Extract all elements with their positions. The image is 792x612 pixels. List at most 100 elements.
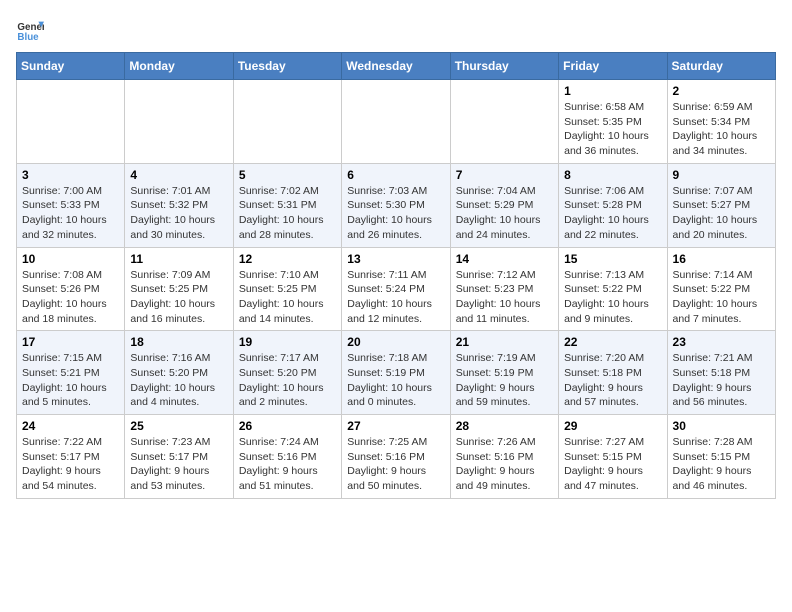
day-info: Sunrise: 7:28 AM Sunset: 5:15 PM Dayligh…: [673, 435, 770, 494]
calendar-week-row: 3 Sunrise: 7:00 AM Sunset: 5:33 PM Daylig…: [17, 163, 776, 247]
day-info: Sunrise: 7:15 AM Sunset: 5:21 PM Dayligh…: [22, 351, 119, 410]
day-number: 27: [347, 419, 444, 433]
day-info: Sunrise: 6:58 AM Sunset: 5:35 PM Dayligh…: [564, 100, 661, 159]
weekday-header: Thursday: [450, 53, 558, 80]
day-info: Sunrise: 7:14 AM Sunset: 5:22 PM Dayligh…: [673, 268, 770, 327]
day-info: Sunrise: 7:27 AM Sunset: 5:15 PM Dayligh…: [564, 435, 661, 494]
day-number: 14: [456, 252, 553, 266]
day-info: Sunrise: 6:59 AM Sunset: 5:34 PM Dayligh…: [673, 100, 770, 159]
day-info: Sunrise: 7:13 AM Sunset: 5:22 PM Dayligh…: [564, 268, 661, 327]
svg-text:Blue: Blue: [17, 32, 39, 43]
calendar-cell: 24 Sunrise: 7:22 AM Sunset: 5:17 PM Dayli…: [17, 415, 125, 499]
logo-icon: General Blue: [16, 16, 44, 44]
day-number: 28: [456, 419, 553, 433]
day-number: 13: [347, 252, 444, 266]
calendar-cell: 23 Sunrise: 7:21 AM Sunset: 5:18 PM Dayli…: [667, 331, 775, 415]
day-number: 12: [239, 252, 336, 266]
day-number: 10: [22, 252, 119, 266]
day-info: Sunrise: 7:24 AM Sunset: 5:16 PM Dayligh…: [239, 435, 336, 494]
day-number: 26: [239, 419, 336, 433]
day-number: 24: [22, 419, 119, 433]
day-info: Sunrise: 7:18 AM Sunset: 5:19 PM Dayligh…: [347, 351, 444, 410]
day-info: Sunrise: 7:10 AM Sunset: 5:25 PM Dayligh…: [239, 268, 336, 327]
calendar-cell: 15 Sunrise: 7:13 AM Sunset: 5:22 PM Dayli…: [559, 247, 667, 331]
calendar-cell: 3 Sunrise: 7:00 AM Sunset: 5:33 PM Daylig…: [17, 163, 125, 247]
day-info: Sunrise: 7:26 AM Sunset: 5:16 PM Dayligh…: [456, 435, 553, 494]
day-number: 4: [130, 168, 227, 182]
day-number: 23: [673, 335, 770, 349]
day-number: 15: [564, 252, 661, 266]
day-number: 17: [22, 335, 119, 349]
day-info: Sunrise: 7:17 AM Sunset: 5:20 PM Dayligh…: [239, 351, 336, 410]
calendar-cell: [17, 80, 125, 164]
day-info: Sunrise: 7:16 AM Sunset: 5:20 PM Dayligh…: [130, 351, 227, 410]
day-info: Sunrise: 7:06 AM Sunset: 5:28 PM Dayligh…: [564, 184, 661, 243]
calendar-cell: 1 Sunrise: 6:58 AM Sunset: 5:35 PM Daylig…: [559, 80, 667, 164]
calendar-week-row: 1 Sunrise: 6:58 AM Sunset: 5:35 PM Daylig…: [17, 80, 776, 164]
page-header: General Blue: [16, 16, 776, 44]
day-number: 21: [456, 335, 553, 349]
day-number: 3: [22, 168, 119, 182]
weekday-header: Saturday: [667, 53, 775, 80]
day-info: Sunrise: 7:11 AM Sunset: 5:24 PM Dayligh…: [347, 268, 444, 327]
calendar-cell: 12 Sunrise: 7:10 AM Sunset: 5:25 PM Dayli…: [233, 247, 341, 331]
calendar-cell: [233, 80, 341, 164]
day-number: 5: [239, 168, 336, 182]
day-info: Sunrise: 7:19 AM Sunset: 5:19 PM Dayligh…: [456, 351, 553, 410]
day-info: Sunrise: 7:20 AM Sunset: 5:18 PM Dayligh…: [564, 351, 661, 410]
weekday-header: Tuesday: [233, 53, 341, 80]
calendar-table: SundayMondayTuesdayWednesdayThursdayFrid…: [16, 52, 776, 499]
weekday-header: Friday: [559, 53, 667, 80]
day-number: 2: [673, 84, 770, 98]
calendar-cell: [450, 80, 558, 164]
calendar-header-row: SundayMondayTuesdayWednesdayThursdayFrid…: [17, 53, 776, 80]
weekday-header: Wednesday: [342, 53, 450, 80]
calendar-cell: 18Sunrise: 7:16 AM Sunset: 5:20 PM Dayli…: [125, 331, 233, 415]
logo: General Blue: [16, 16, 48, 44]
calendar-cell: 30 Sunrise: 7:28 AM Sunset: 5:15 PM Dayli…: [667, 415, 775, 499]
day-info: Sunrise: 7:04 AM Sunset: 5:29 PM Dayligh…: [456, 184, 553, 243]
calendar-cell: 16 Sunrise: 7:14 AM Sunset: 5:22 PM Dayli…: [667, 247, 775, 331]
calendar-week-row: 17 Sunrise: 7:15 AM Sunset: 5:21 PM Dayli…: [17, 331, 776, 415]
day-info: Sunrise: 7:03 AM Sunset: 5:30 PM Dayligh…: [347, 184, 444, 243]
calendar-week-row: 10 Sunrise: 7:08 AM Sunset: 5:26 PM Dayli…: [17, 247, 776, 331]
calendar-cell: 4 Sunrise: 7:01 AM Sunset: 5:32 PM Daylig…: [125, 163, 233, 247]
day-info: Sunrise: 7:02 AM Sunset: 5:31 PM Dayligh…: [239, 184, 336, 243]
calendar-week-row: 24 Sunrise: 7:22 AM Sunset: 5:17 PM Dayli…: [17, 415, 776, 499]
day-info: Sunrise: 7:25 AM Sunset: 5:16 PM Dayligh…: [347, 435, 444, 494]
calendar-cell: 7Sunrise: 7:04 AM Sunset: 5:29 PM Daylig…: [450, 163, 558, 247]
day-number: 29: [564, 419, 661, 433]
calendar-cell: 25Sunrise: 7:23 AM Sunset: 5:17 PM Dayli…: [125, 415, 233, 499]
calendar-cell: 28 Sunrise: 7:26 AM Sunset: 5:16 PM Dayli…: [450, 415, 558, 499]
calendar-cell: 27 Sunrise: 7:25 AM Sunset: 5:16 PM Dayli…: [342, 415, 450, 499]
calendar-cell: 17 Sunrise: 7:15 AM Sunset: 5:21 PM Dayli…: [17, 331, 125, 415]
day-number: 30: [673, 419, 770, 433]
day-info: Sunrise: 7:08 AM Sunset: 5:26 PM Dayligh…: [22, 268, 119, 327]
calendar-cell: 2 Sunrise: 6:59 AM Sunset: 5:34 PM Daylig…: [667, 80, 775, 164]
day-number: 19: [239, 335, 336, 349]
calendar-cell: 5 Sunrise: 7:02 AM Sunset: 5:31 PM Daylig…: [233, 163, 341, 247]
day-info: Sunrise: 7:23 AM Sunset: 5:17 PM Dayligh…: [130, 435, 227, 494]
calendar-cell: [342, 80, 450, 164]
day-number: 8: [564, 168, 661, 182]
day-info: Sunrise: 7:21 AM Sunset: 5:18 PM Dayligh…: [673, 351, 770, 410]
weekday-header: Monday: [125, 53, 233, 80]
calendar-cell: 8 Sunrise: 7:06 AM Sunset: 5:28 PM Daylig…: [559, 163, 667, 247]
calendar-cell: 29 Sunrise: 7:27 AM Sunset: 5:15 PM Dayli…: [559, 415, 667, 499]
day-number: 9: [673, 168, 770, 182]
day-number: 1: [564, 84, 661, 98]
calendar-cell: 13 Sunrise: 7:11 AM Sunset: 5:24 PM Dayli…: [342, 247, 450, 331]
calendar-cell: 26 Sunrise: 7:24 AM Sunset: 5:16 PM Dayli…: [233, 415, 341, 499]
day-info: Sunrise: 7:01 AM Sunset: 5:32 PM Dayligh…: [130, 184, 227, 243]
day-info: Sunrise: 7:12 AM Sunset: 5:23 PM Dayligh…: [456, 268, 553, 327]
day-info: Sunrise: 7:00 AM Sunset: 5:33 PM Dayligh…: [22, 184, 119, 243]
day-number: 16: [673, 252, 770, 266]
day-info: Sunrise: 7:09 AM Sunset: 5:25 PM Dayligh…: [130, 268, 227, 327]
day-number: 22: [564, 335, 661, 349]
calendar-cell: 11Sunrise: 7:09 AM Sunset: 5:25 PM Dayli…: [125, 247, 233, 331]
calendar-cell: 20Sunrise: 7:18 AM Sunset: 5:19 PM Dayli…: [342, 331, 450, 415]
day-info: Sunrise: 7:22 AM Sunset: 5:17 PM Dayligh…: [22, 435, 119, 494]
calendar-cell: 14 Sunrise: 7:12 AM Sunset: 5:23 PM Dayli…: [450, 247, 558, 331]
calendar-cell: 21 Sunrise: 7:19 AM Sunset: 5:19 PM Dayli…: [450, 331, 558, 415]
calendar-cell: 19 Sunrise: 7:17 AM Sunset: 5:20 PM Dayli…: [233, 331, 341, 415]
